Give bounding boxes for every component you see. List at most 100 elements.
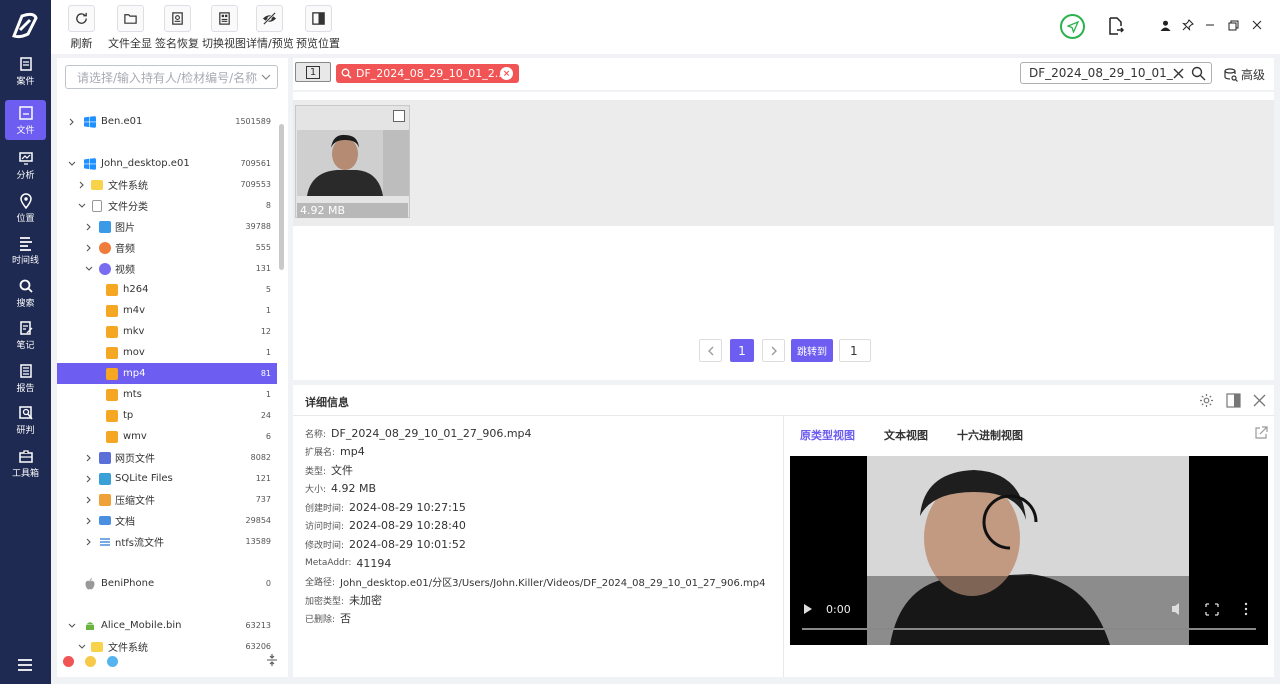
chevron-right-icon[interactable]	[78, 181, 86, 189]
nav-item-note[interactable]: 笔记	[5, 315, 46, 355]
nav-item-judge[interactable]: 研判	[5, 400, 46, 440]
maximize-button[interactable]	[1226, 18, 1240, 32]
tree-node[interactable]: 压缩文件 737	[57, 489, 277, 510]
tree-count: 8082	[250, 453, 271, 462]
tab-native-view[interactable]: 原类型视图	[800, 427, 855, 443]
tree-node[interactable]: 视频 131	[57, 258, 277, 279]
tree-node[interactable]: h264 5	[57, 279, 277, 300]
tree-node[interactable]: 文件系统 63206	[57, 636, 277, 657]
tree-node[interactable]: ntfs流文件 13589	[57, 531, 277, 552]
jump-page-input[interactable]: 1	[839, 339, 871, 362]
video-player[interactable]: 0:00	[790, 456, 1268, 645]
file-search-input[interactable]: DF_2024_08_29_10_01_	[1020, 62, 1212, 84]
send-icon	[1066, 20, 1079, 33]
show-all-files-button[interactable]: 文件全显	[108, 5, 152, 51]
external-link-icon[interactable]	[1254, 426, 1268, 440]
tree-node[interactable]: 音频 555	[57, 237, 277, 258]
tab-hex-view[interactable]: 十六进制视图	[957, 427, 1023, 443]
file-thumbnail[interactable]: 4.92 MB	[295, 105, 410, 218]
gear-icon[interactable]	[1199, 393, 1214, 408]
tree-node[interactable]: mts 1	[57, 384, 277, 405]
preview-position-button[interactable]: 预览位置	[296, 5, 340, 51]
panel-layout-icon[interactable]	[1226, 393, 1241, 408]
chevron-down-icon[interactable]	[85, 265, 93, 273]
tree-node[interactable]: 文档 29854	[57, 510, 277, 531]
preview-position-label: 预览位置	[296, 37, 340, 50]
close-window-button[interactable]	[1250, 18, 1264, 32]
chevron-down-icon[interactable]	[68, 622, 76, 630]
yellow-dot-icon[interactable]	[85, 656, 96, 667]
collapse-icon[interactable]	[265, 653, 279, 667]
nav-item-analysis[interactable]: 分析	[5, 145, 46, 185]
nav-item-location[interactable]: 位置	[5, 188, 46, 228]
tree-node[interactable]: 图片 39788	[57, 216, 277, 237]
nav-item-search[interactable]: 搜索	[5, 273, 46, 313]
tree-node[interactable]: 文件分类 8	[57, 195, 277, 216]
folder-icon	[91, 641, 103, 652]
chevron-right-icon[interactable]	[85, 538, 93, 546]
nav-item-toolbox[interactable]: 工具箱	[5, 443, 46, 483]
page-indicator: 1	[305, 65, 321, 79]
holder-search-input[interactable]: 请选择/输入持有人/检材编号/名称	[65, 65, 278, 89]
filter-tag[interactable]: DF_2024_08_29_10_01_2... ×	[336, 64, 519, 83]
nav-item-report[interactable]: 报告	[5, 358, 46, 398]
field-value: 41194	[356, 556, 392, 570]
nav-item-case[interactable]: 案件	[5, 51, 46, 91]
chevron-right-icon[interactable]	[85, 454, 93, 462]
tree-node[interactable]: BeniPhone 0	[57, 573, 277, 594]
switch-view-button[interactable]: 切换视图	[202, 5, 246, 51]
chevron-right-icon[interactable]	[68, 118, 76, 126]
tree-node[interactable]: mkv 12	[57, 321, 277, 342]
file-grid: 4.92 MB 1 跳转到 1	[293, 92, 1274, 380]
chevron-down-icon[interactable]	[68, 160, 76, 168]
blue-dot-icon[interactable]	[107, 656, 118, 667]
chevron-right-icon[interactable]	[85, 244, 93, 252]
refresh-button[interactable]: 刷新	[68, 5, 95, 51]
remove-filter-icon[interactable]: ×	[500, 67, 513, 80]
clear-icon[interactable]	[1172, 67, 1185, 80]
export-button[interactable]	[1107, 16, 1125, 36]
red-dot-icon[interactable]	[63, 656, 74, 667]
tree-scrollbar[interactable]	[279, 124, 284, 270]
chevron-right-icon[interactable]	[85, 475, 93, 483]
jump-to-button[interactable]: 跳转到	[791, 339, 833, 362]
detail-preview-button[interactable]: 详情/预览	[246, 5, 294, 51]
signature-recovery-button[interactable]: 签名恢复	[155, 5, 199, 51]
send-button[interactable]	[1060, 14, 1085, 39]
page-indicator-button[interactable]: 1	[295, 62, 331, 82]
chevron-right-icon[interactable]	[85, 496, 93, 504]
thumbnail-checkbox[interactable]	[393, 110, 405, 122]
tree-node[interactable]: Ben.e01 1501589	[57, 111, 277, 132]
current-page: 1	[738, 343, 746, 358]
chevron-right-icon[interactable]	[85, 223, 93, 231]
tree-node[interactable]: mov 1	[57, 342, 277, 363]
tree-node[interactable]: John_desktop.e01 709561	[57, 153, 277, 174]
page-button-current[interactable]: 1	[730, 339, 754, 362]
tree-node[interactable]: wmv 6	[57, 426, 277, 447]
menu-icon[interactable]	[17, 658, 33, 672]
close-icon[interactable]	[1253, 394, 1266, 407]
nav-item-file[interactable]: 文件	[5, 100, 46, 140]
tree-node[interactable]: Alice_Mobile.bin 63213	[57, 615, 277, 636]
prev-page-button[interactable]	[699, 339, 722, 362]
tree-node[interactable]: SQLite Files 121	[57, 468, 277, 489]
nav-item-timeline[interactable]: 时间线	[5, 230, 46, 270]
chevron-down-icon[interactable]	[78, 643, 86, 651]
tree-node[interactable]: tp 24	[57, 405, 277, 426]
chevron-down-icon[interactable]	[261, 72, 271, 82]
chevron-down-icon[interactable]	[78, 202, 86, 210]
pin-button[interactable]	[1181, 18, 1195, 32]
minimize-button[interactable]	[1203, 18, 1217, 32]
tree-node[interactable]: 文件系统 709553	[57, 174, 277, 195]
tree-node[interactable]: m4v 1	[57, 300, 277, 321]
next-page-button[interactable]	[762, 339, 785, 362]
tab-text-view[interactable]: 文本视图	[884, 427, 928, 443]
search-icon[interactable]	[1191, 66, 1206, 81]
judge-icon	[18, 405, 33, 419]
user-button[interactable]	[1158, 18, 1172, 32]
tree-node-selected[interactable]: mp4 81	[57, 363, 277, 384]
person-thumbnail-icon	[297, 130, 409, 196]
advanced-search-button[interactable]: 高级	[1224, 66, 1265, 83]
tree-node[interactable]: 网页文件 8082	[57, 447, 277, 468]
chevron-right-icon[interactable]	[85, 517, 93, 525]
